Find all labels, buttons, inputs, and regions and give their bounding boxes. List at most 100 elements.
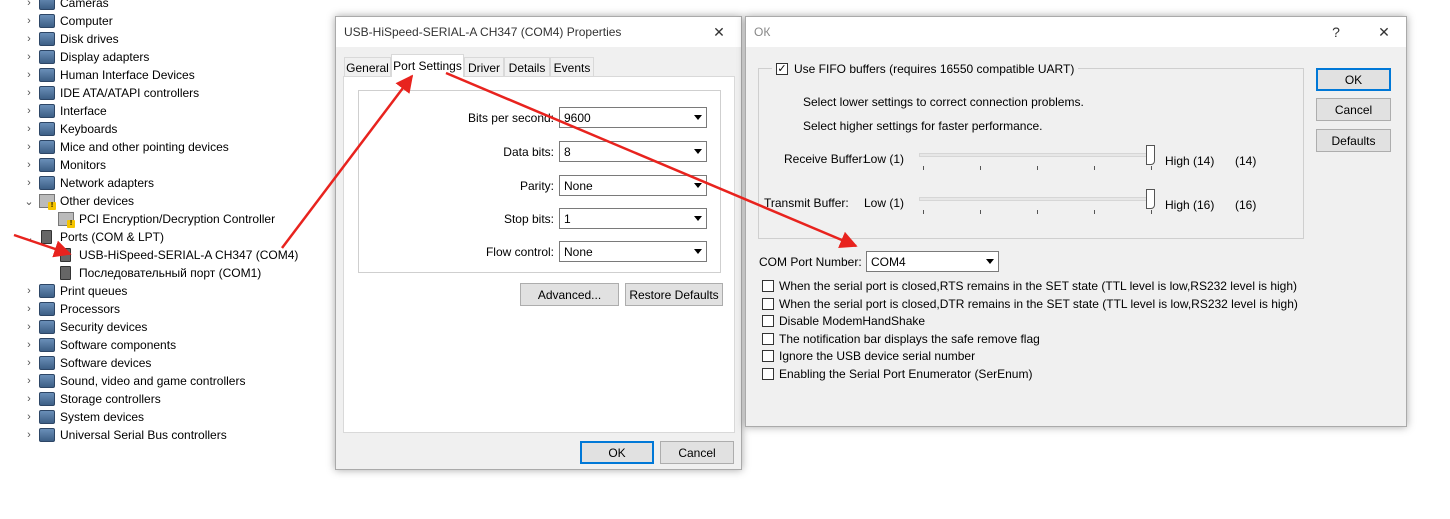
tree-item[interactable]: › Cameras: [22, 0, 109, 12]
cancel-button[interactable]: Cancel: [660, 441, 734, 464]
stop-bits-select[interactable]: 1: [559, 208, 707, 229]
option-checkbox[interactable]: [762, 332, 774, 345]
receive-buffer-slider[interactable]: [919, 145, 1159, 175]
chevron-right-icon[interactable]: ›: [22, 321, 36, 333]
chevron-right-icon[interactable]: ›: [22, 159, 36, 171]
tree-item[interactable]: › IDE ATA/ATAPI controllers: [22, 84, 199, 102]
advanced-titlebar[interactable]: ОК ? ✕: [746, 17, 1406, 47]
tree-item[interactable]: › Sound, video and game controllers: [22, 372, 245, 390]
tab-details[interactable]: Details: [504, 57, 550, 77]
tree-item-label: Security devices: [60, 320, 148, 334]
option-label: When the serial port is closed,RTS remai…: [779, 279, 1297, 293]
tree-item-label: Sound, video and game controllers: [60, 374, 246, 388]
close-icon[interactable]: ✕: [1362, 17, 1406, 47]
tree-item-label: Software devices: [60, 356, 152, 370]
tab-general[interactable]: General: [344, 57, 391, 77]
flow-control-select[interactable]: None: [559, 241, 707, 262]
restore-defaults-button[interactable]: Restore Defaults: [625, 283, 723, 306]
tree-item-label: Processors: [60, 302, 121, 316]
chevron-right-icon[interactable]: ›: [22, 393, 36, 405]
advanced-button[interactable]: Advanced...: [520, 283, 619, 306]
data-bits-select[interactable]: 8: [559, 141, 707, 162]
chevron-right-icon[interactable]: ›: [22, 285, 36, 297]
receive-slider-thumb[interactable]: [1146, 145, 1155, 165]
tree-item-label: Display adapters: [60, 50, 150, 64]
tree-item[interactable]: › Universal Serial Bus controllers: [22, 426, 227, 444]
monitor-icon: [39, 158, 55, 172]
chevron-right-icon[interactable]: ›: [22, 105, 36, 117]
chevron-right-icon[interactable]: ›: [22, 33, 36, 45]
chevron-right-icon[interactable]: ›: [22, 339, 36, 351]
camera-icon: [39, 0, 55, 10]
chevron-right-icon[interactable]: ›: [22, 375, 36, 387]
tree-item[interactable]: › System devices: [22, 408, 144, 426]
tab-driver[interactable]: Driver: [464, 57, 504, 77]
properties-title: USB-HiSpeed-SERIAL-A CH347 (COM4) Proper…: [344, 25, 622, 39]
cancel-button[interactable]: Cancel: [1316, 98, 1391, 121]
option-checkbox[interactable]: [762, 315, 774, 328]
port-icon: [60, 266, 71, 280]
warning-device-icon: [39, 194, 56, 210]
option-checkbox[interactable]: [762, 350, 774, 363]
chevron-right-icon[interactable]: ›: [22, 87, 36, 99]
chevron-right-icon[interactable]: ›: [22, 411, 36, 423]
tree-item[interactable]: PCI Encryption/Decryption Controller: [58, 210, 275, 228]
usb-icon: [39, 428, 55, 442]
tree-item[interactable]: › Interface: [22, 102, 107, 120]
tree-item[interactable]: › Human Interface Devices: [22, 66, 195, 84]
option-label: The notification bar displays the safe r…: [779, 331, 1040, 346]
defaults-button[interactable]: Defaults: [1316, 129, 1391, 152]
chevron-down-icon[interactable]: ⌄: [22, 195, 36, 208]
transmit-buffer-slider[interactable]: [919, 189, 1159, 219]
ok-button[interactable]: OK: [1316, 68, 1391, 91]
tree-item[interactable]: USB-HiSpeed-SERIAL-A CH347 (COM4): [58, 246, 298, 264]
bits-per-second-select[interactable]: 9600: [559, 107, 707, 128]
chevron-right-icon[interactable]: ›: [22, 177, 36, 189]
bits-per-second-label: Bits per second:: [467, 111, 554, 125]
tree-item[interactable]: › Network adapters: [22, 174, 154, 192]
chevron-right-icon[interactable]: ›: [22, 141, 36, 153]
tree-item[interactable]: › Mice and other pointing devices: [22, 138, 229, 156]
chevron-right-icon[interactable]: ›: [22, 69, 36, 81]
chevron-right-icon[interactable]: ›: [22, 357, 36, 369]
chevron-right-icon[interactable]: ›: [22, 429, 36, 441]
advanced-title: ОК: [754, 25, 771, 39]
slider-tick: [923, 166, 924, 170]
tree-item[interactable]: › Security devices: [22, 318, 147, 336]
tree-item[interactable]: ⌄ Other devices: [22, 192, 134, 210]
tree-item[interactable]: Последовательный порт (COM1): [58, 264, 261, 282]
tree-item[interactable]: › Keyboards: [22, 120, 117, 138]
tree-item[interactable]: › Print queues: [22, 282, 127, 300]
chevron-right-icon[interactable]: ›: [22, 15, 36, 27]
transmit-slider-thumb[interactable]: [1146, 189, 1155, 209]
parity-select[interactable]: None: [559, 175, 707, 196]
tree-item[interactable]: › Monitors: [22, 156, 106, 174]
properties-titlebar[interactable]: USB-HiSpeed-SERIAL-A CH347 (COM4) Proper…: [336, 17, 741, 47]
chevron-right-icon[interactable]: ›: [22, 0, 36, 9]
tab-events[interactable]: Events: [550, 57, 594, 77]
tab-port-settings[interactable]: Port Settings: [391, 54, 464, 77]
tree-item[interactable]: › Processors: [22, 300, 120, 318]
tree-item[interactable]: › Disk drives: [22, 30, 119, 48]
tree-item[interactable]: › Computer: [22, 12, 113, 30]
close-icon[interactable]: ✕: [697, 17, 741, 47]
slider-tick: [1037, 166, 1038, 170]
option-checkbox[interactable]: [762, 368, 774, 380]
option-checkbox[interactable]: [762, 280, 774, 292]
tree-item[interactable]: › Software devices: [22, 354, 151, 372]
ok-button[interactable]: OK: [580, 441, 654, 464]
option-checkbox[interactable]: [762, 297, 774, 310]
tree-item[interactable]: › Software components: [22, 336, 176, 354]
fifo-checkbox[interactable]: ✓: [776, 63, 788, 75]
chevron-down-icon[interactable]: ⌄: [22, 231, 36, 244]
chevron-right-icon[interactable]: ›: [22, 303, 36, 315]
chevron-down-icon: [981, 252, 998, 271]
tree-item[interactable]: › Display adapters: [22, 48, 149, 66]
tree-item[interactable]: ⌄ Ports (COM & LPT): [22, 228, 164, 246]
receive-slider-track: [919, 153, 1155, 157]
tree-item[interactable]: › Storage controllers: [22, 390, 161, 408]
chevron-right-icon[interactable]: ›: [22, 51, 36, 63]
com-port-select[interactable]: COM4: [866, 251, 999, 272]
help-icon[interactable]: ?: [1314, 17, 1358, 47]
chevron-right-icon[interactable]: ›: [22, 123, 36, 135]
